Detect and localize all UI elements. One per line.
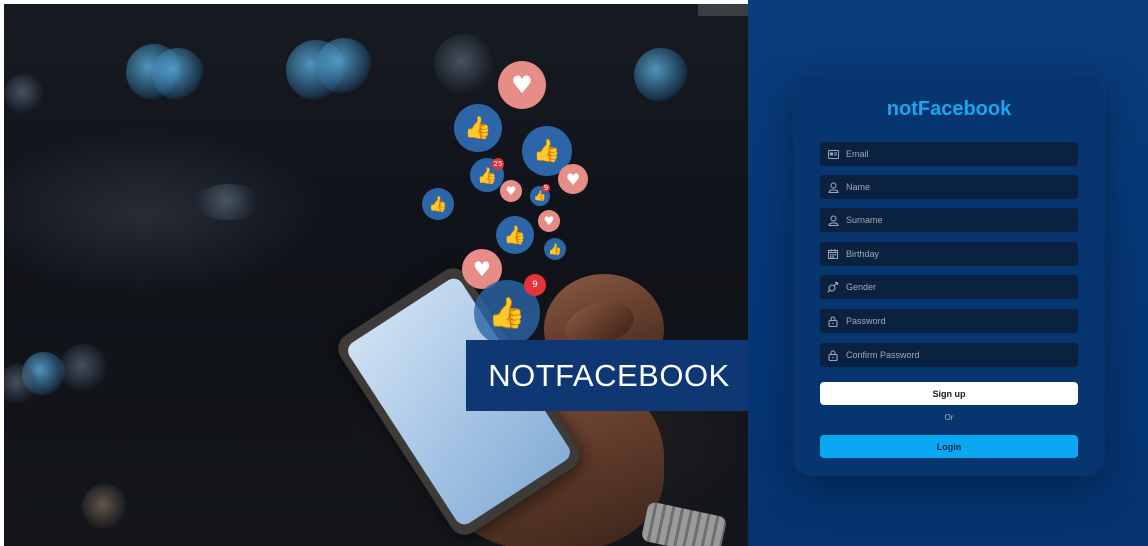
bokeh-light [194, 184, 264, 220]
signup-page: ♥ 👍 👍 👍 25 ♥ 👍 9 ♥ 👍 ♥ 👍 👍 ♥ 👍 9 NOTFACE… [0, 0, 1148, 546]
bokeh-light [82, 484, 128, 530]
name-input[interactable] [846, 175, 1078, 199]
lock-icon [820, 309, 846, 333]
calendar-icon [820, 242, 846, 266]
heart-icon: ♥ [498, 61, 546, 109]
id-card-icon [820, 142, 846, 166]
bokeh-light [316, 38, 372, 94]
birthday-field [820, 242, 1078, 266]
surname-input[interactable] [846, 208, 1078, 232]
wristwatch [640, 501, 728, 546]
lock-icon [820, 343, 846, 367]
bokeh-light [60, 344, 108, 392]
heart-icon: ♥ [500, 180, 522, 202]
bokeh-light [634, 48, 688, 102]
bokeh-light [4, 364, 38, 404]
email-input[interactable] [846, 142, 1078, 166]
password-field [820, 309, 1078, 333]
bokeh-light [434, 34, 494, 94]
email-field [820, 142, 1078, 166]
signup-button[interactable]: Sign up [820, 382, 1078, 405]
surname-field [820, 208, 1078, 232]
signup-panel: notFacebook Email Name Surname Birthday … [748, 0, 1148, 546]
notification-badge: 9 [524, 274, 546, 296]
or-divider-text: Or [944, 413, 954, 422]
thumbs-up-icon: 👍 [544, 238, 566, 260]
heart-icon: ♥ [558, 164, 588, 194]
birthday-input[interactable] [846, 242, 1078, 266]
thumbs-up-icon: 👍 [454, 104, 502, 152]
notification-badge: 9 [542, 184, 550, 192]
notification-badge: 25 [492, 158, 504, 170]
gender-input[interactable] [846, 275, 1078, 299]
bokeh-light [152, 48, 204, 100]
confirm-password-input[interactable] [846, 343, 1078, 367]
heart-icon: ♥ [538, 210, 560, 232]
gender-icon [820, 275, 846, 299]
confirm-password-field [820, 343, 1078, 367]
brand-banner: NOTFACEBOOK [466, 340, 748, 411]
hero-image: ♥ 👍 👍 👍 25 ♥ 👍 9 ♥ 👍 ♥ 👍 👍 ♥ 👍 9 NOTFACE… [4, 4, 748, 546]
image-edge-strip [698, 4, 748, 16]
thumbs-up-icon: 👍 [422, 188, 454, 220]
brand-banner-text: NOTFACEBOOK [488, 357, 730, 393]
user-icon [820, 175, 846, 199]
thumbs-up-icon: 👍 [496, 216, 534, 254]
login-button[interactable]: Login [820, 435, 1078, 458]
bokeh-light [4, 74, 44, 114]
gender-field [820, 275, 1078, 299]
card-title: notFacebook [886, 98, 1012, 120]
name-field [820, 175, 1078, 199]
password-input[interactable] [846, 309, 1078, 333]
user-icon [820, 208, 846, 232]
signup-card: notFacebook Email Name Surname Birthday … [794, 74, 1104, 476]
